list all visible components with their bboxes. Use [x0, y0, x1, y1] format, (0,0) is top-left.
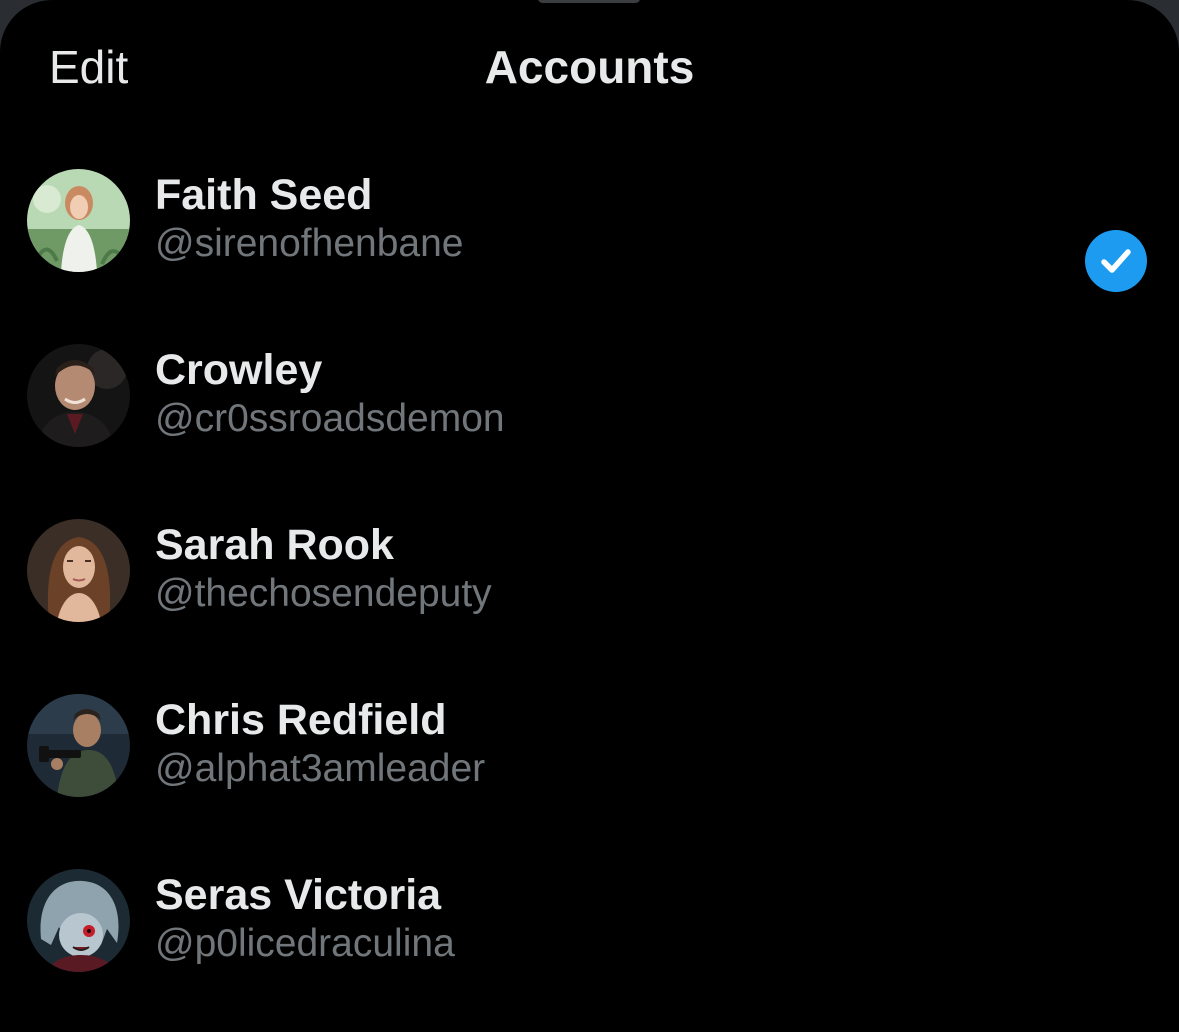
avatar [27, 869, 130, 972]
account-row-faith-seed[interactable]: Faith Seed @sirenofhenbane [0, 133, 1179, 308]
avatar [27, 344, 130, 447]
account-name: Chris Redfield [155, 696, 447, 744]
account-handle: @p0licedraculina [155, 922, 455, 965]
accounts-sheet: Edit Accounts Faith Seed @sirenofhenbane [0, 0, 1179, 1032]
avatar [27, 519, 130, 622]
account-name: Faith Seed [155, 171, 373, 219]
account-row-chris-redfield[interactable]: Chris Redfield @alphat3amleader [0, 658, 1179, 833]
avatar [27, 169, 130, 272]
account-name: Seras Victoria [155, 871, 442, 919]
checkmark-circle-icon [1085, 230, 1147, 292]
account-row-crowley[interactable]: Crowley @cr0ssroadsdemon [0, 308, 1179, 483]
account-name: Sarah Rook [155, 521, 394, 569]
account-handle: @sirenofhenbane [155, 222, 464, 265]
account-handle: @cr0ssroadsdemon [155, 397, 505, 440]
account-row-sarah-rook[interactable]: Sarah Rook @thechosendeputy [0, 483, 1179, 658]
avatar [27, 694, 130, 797]
page-title: Accounts [484, 41, 695, 93]
account-list: Faith Seed @sirenofhenbane Crowley @cr0s… [0, 133, 1179, 1008]
header: Edit Accounts [0, 0, 1179, 134]
account-row-seras-victoria[interactable]: Seras Victoria @p0licedraculina [0, 833, 1179, 1008]
account-handle: @thechosendeputy [155, 572, 492, 615]
account-handle: @alphat3amleader [155, 747, 486, 790]
account-name: Crowley [155, 346, 323, 394]
